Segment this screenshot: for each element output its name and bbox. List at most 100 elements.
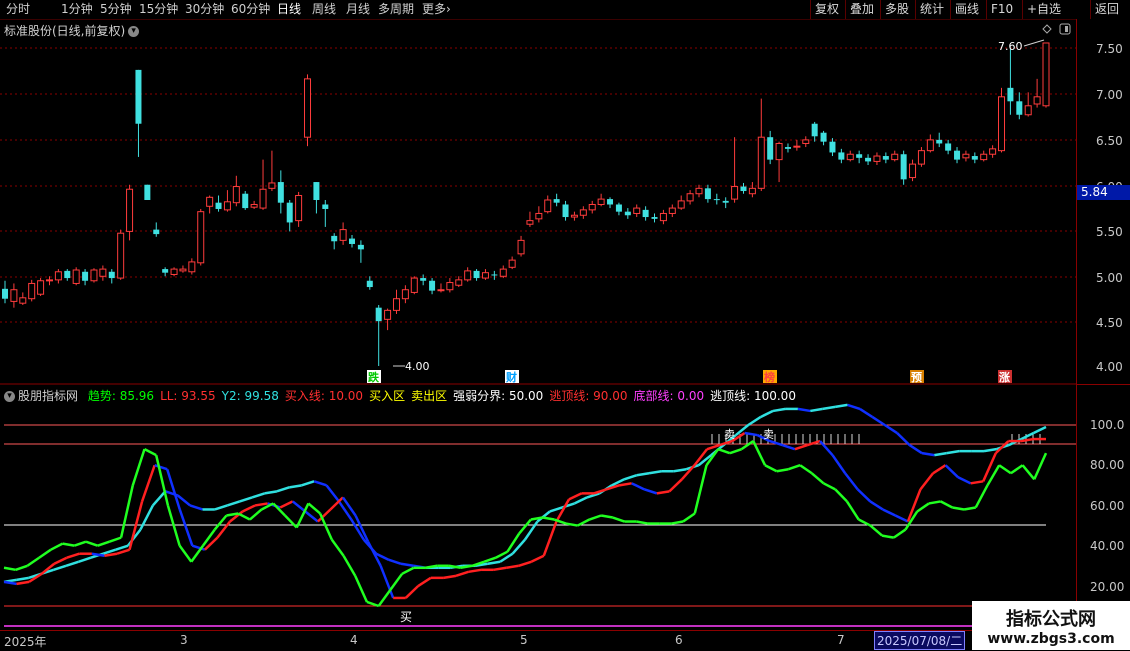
y2-line-segment — [151, 490, 167, 507]
candle — [642, 206, 649, 221]
trend-line-segment — [237, 512, 251, 521]
ll-line-segment — [530, 554, 545, 563]
y2-line-segment — [115, 544, 129, 551]
watermark-line2: www.zbgs3.com — [987, 631, 1115, 647]
candle — [900, 150, 907, 185]
candle — [740, 182, 747, 194]
trend-line-segment — [1010, 464, 1024, 475]
trend-line-segment — [108, 536, 122, 543]
trend-line-segment — [389, 573, 404, 591]
trend-line-segment — [401, 566, 415, 575]
marker-cai[interactable]: 财 — [505, 370, 517, 384]
ll-line-segment — [882, 508, 896, 517]
chevron-down-icon[interactable]: ▾ — [4, 391, 15, 402]
trend-line-segment — [85, 540, 99, 547]
y2-line-segment — [388, 558, 402, 565]
ll-line-segment — [970, 480, 984, 485]
trend-line-segment — [1021, 464, 1036, 481]
candle — [526, 211, 534, 227]
y2-line-segment — [189, 504, 203, 511]
watermark-line1: 指标公式网 — [1006, 609, 1096, 630]
ll-line-segment — [140, 464, 156, 502]
trend-line-segment — [588, 514, 602, 521]
candle — [1016, 92, 1023, 120]
trend-line-segment — [974, 484, 989, 509]
candle — [1033, 78, 1041, 108]
candle — [153, 222, 160, 237]
trend-line-segment — [119, 485, 135, 538]
candle — [508, 256, 516, 270]
sell-signal-label: 卖 — [724, 428, 735, 441]
y2-line-segment — [251, 492, 265, 499]
ll-line-segment — [781, 443, 796, 451]
y2-line-segment — [934, 451, 947, 457]
ll-line-segment — [66, 552, 80, 559]
trend-line-segment — [178, 544, 193, 563]
candle — [784, 143, 791, 153]
window-icon[interactable] — [1059, 23, 1071, 35]
diamond-icon[interactable] — [1042, 24, 1052, 34]
date-label: 5 — [520, 633, 528, 647]
y2-line-segment — [871, 415, 886, 427]
trend-line-segment — [131, 448, 146, 486]
y2-line-segment — [648, 470, 662, 475]
candle — [126, 184, 134, 241]
candle — [286, 200, 293, 232]
candle — [464, 267, 472, 282]
candle — [659, 209, 667, 225]
chart-canvas[interactable]: 7.60 4.00 跌 财 榜 预 涨 买 卖 卖 — [0, 0, 1130, 650]
y-tick: 7.50 — [1096, 42, 1123, 56]
y2-line-segment — [772, 407, 786, 413]
candle — [19, 292, 27, 305]
candle — [499, 265, 507, 279]
candle — [179, 265, 187, 273]
trend-line-segment — [811, 472, 825, 485]
ll-line-segment — [417, 576, 432, 587]
trend-line-segment — [788, 464, 801, 471]
candle — [72, 267, 80, 286]
candle — [846, 150, 854, 162]
y2-line-segment — [139, 504, 154, 531]
candle — [1024, 92, 1032, 117]
ll-line-segment — [631, 482, 645, 491]
ll-line-segment — [128, 501, 144, 551]
marker-bang[interactable]: 榜 — [764, 370, 775, 384]
low-price-label: 4.00 — [405, 360, 430, 373]
ll-line-segment — [555, 498, 571, 523]
indicator-items: 趋势: 85.96 LL: 93.55 Y2: 99.58 买入线: 10.00 买入区… — [88, 389, 802, 403]
candle — [481, 269, 489, 280]
candle — [295, 191, 303, 227]
selected-date[interactable]: 2025/07/08/二 — [874, 631, 966, 650]
candle — [1042, 42, 1050, 108]
ll-line-segment — [493, 566, 507, 572]
trend-line-segment — [600, 514, 614, 519]
ll-line-segment — [279, 500, 294, 509]
indicator-lines — [3, 403, 1048, 608]
ll-line-segment — [568, 492, 583, 501]
trend-line-segment — [822, 482, 836, 491]
trend-line-segment — [97, 540, 110, 547]
candle — [446, 278, 454, 293]
marker-die[interactable]: 跌 — [368, 370, 380, 384]
y2-line-segment — [822, 405, 836, 411]
y2-line-segment — [78, 556, 92, 563]
marker-zhang[interactable]: 涨 — [999, 370, 1010, 384]
marker-yu[interactable]: 预 — [911, 370, 922, 384]
ind-y-tick: 80.00 — [1090, 458, 1125, 472]
y-tick: 7.00 — [1096, 88, 1123, 102]
candle — [135, 69, 142, 157]
candle — [945, 139, 952, 155]
y2-line-segment — [673, 468, 687, 473]
high-annotation: 7.60 — [998, 39, 1045, 53]
trend-line-segment — [799, 464, 813, 475]
y-tick: 4.00 — [1096, 360, 1123, 374]
candle — [375, 304, 382, 366]
candle — [90, 268, 98, 283]
ll-line-segment — [656, 490, 670, 495]
candle — [304, 74, 312, 147]
candle — [651, 213, 658, 223]
axis-divider — [1076, 384, 1130, 385]
candle — [392, 289, 400, 314]
indicator-legend[interactable]: ▾ 股朋指标网 趋势: 85.96 LL: 93.55 Y2: 99.58 买入线: 1… — [4, 387, 808, 404]
trend-line-segment — [845, 500, 860, 521]
